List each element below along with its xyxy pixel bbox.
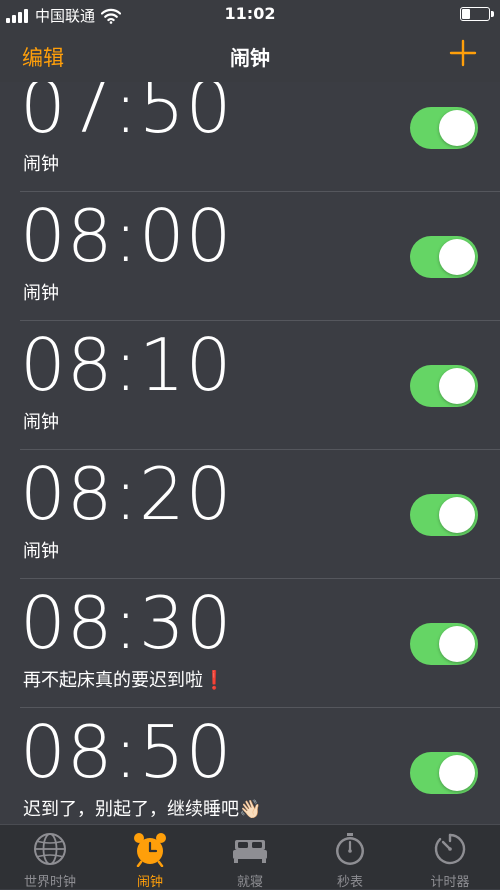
tab-label: 世界时钟 — [23, 875, 76, 890]
tab-label: 就寝 — [236, 875, 263, 890]
alarm-row[interactable]: 08:20 闹钟 — [0, 450, 500, 579]
alarm-time: 07:50 — [20, 82, 233, 149]
plus-icon[interactable] — [448, 38, 478, 68]
alarm-time: 08:20 — [20, 452, 233, 536]
alarm-toggle[interactable] — [410, 365, 478, 407]
alarm-row[interactable]: 08:00 闹钟 — [0, 192, 500, 321]
alarm-clock-icon — [134, 833, 166, 867]
tab-label: 秒表 — [336, 875, 363, 890]
toggle-knob — [439, 239, 475, 275]
tab-alarm[interactable]: 闹钟 — [100, 825, 200, 890]
alarm-label: 闹钟 — [23, 412, 59, 433]
toggle-knob — [439, 497, 475, 533]
alarm-toggle[interactable] — [410, 623, 478, 665]
alarm-toggle[interactable] — [410, 494, 478, 536]
status-bar: 中国联通 11:02 — [0, 0, 500, 30]
page-title: 闹钟 — [230, 46, 270, 70]
tab-stopwatch[interactable]: 秒表 — [300, 825, 400, 890]
toggle-knob — [439, 368, 475, 404]
alarm-row[interactable]: 08:10 闹钟 — [0, 321, 500, 450]
toggle-knob — [439, 755, 475, 791]
alarm-label: 迟到了，别起了，继续睡吧👋🏻 — [23, 799, 262, 820]
tab-bar: 世界时钟 闹钟 就寝 秒表 计时器 — [0, 824, 500, 890]
alarm-row[interactable]: 08:50 迟到了，别起了，继续睡吧👋🏻 — [0, 708, 500, 824]
alarm-row[interactable]: 07:50 闹钟 — [0, 82, 500, 192]
status-time: 11:02 — [224, 4, 276, 23]
tab-world-clock[interactable]: 世界时钟 — [0, 825, 100, 890]
alarm-label: 闹钟 — [23, 541, 59, 562]
timer-icon — [434, 833, 466, 865]
bed-icon — [233, 840, 267, 863]
alarm-toggle[interactable] — [410, 236, 478, 278]
tab-timer[interactable]: 计时器 — [400, 825, 500, 890]
alarm-time: 08:50 — [20, 710, 233, 794]
tab-bedtime[interactable]: 就寝 — [200, 825, 300, 890]
alarm-list: 07:50 闹钟 08:00 闹钟 08:10 闹钟 08:20 闹钟 08:3… — [0, 82, 500, 824]
toggle-knob — [439, 110, 475, 146]
stopwatch-icon — [336, 833, 364, 865]
battery-icon — [460, 7, 494, 21]
nav-bar: 编辑 闹钟 — [0, 30, 500, 82]
alarm-toggle[interactable] — [410, 752, 478, 794]
globe-icon — [34, 833, 66, 865]
alarm-row[interactable]: 08:30 再不起床真的要迟到啦❗ — [0, 579, 500, 708]
alarm-label: 闹钟 — [23, 283, 59, 304]
alarm-time: 08:30 — [20, 581, 233, 665]
alarm-time: 08:00 — [20, 194, 233, 278]
tab-label: 计时器 — [430, 875, 470, 890]
alarm-time: 08:10 — [20, 323, 233, 407]
alarm-label: 闹钟 — [23, 154, 59, 175]
tab-label: 闹钟 — [136, 875, 163, 890]
alarm-toggle[interactable] — [410, 107, 478, 149]
alarm-label: 再不起床真的要迟到啦❗ — [23, 670, 226, 691]
toggle-knob — [439, 626, 475, 662]
